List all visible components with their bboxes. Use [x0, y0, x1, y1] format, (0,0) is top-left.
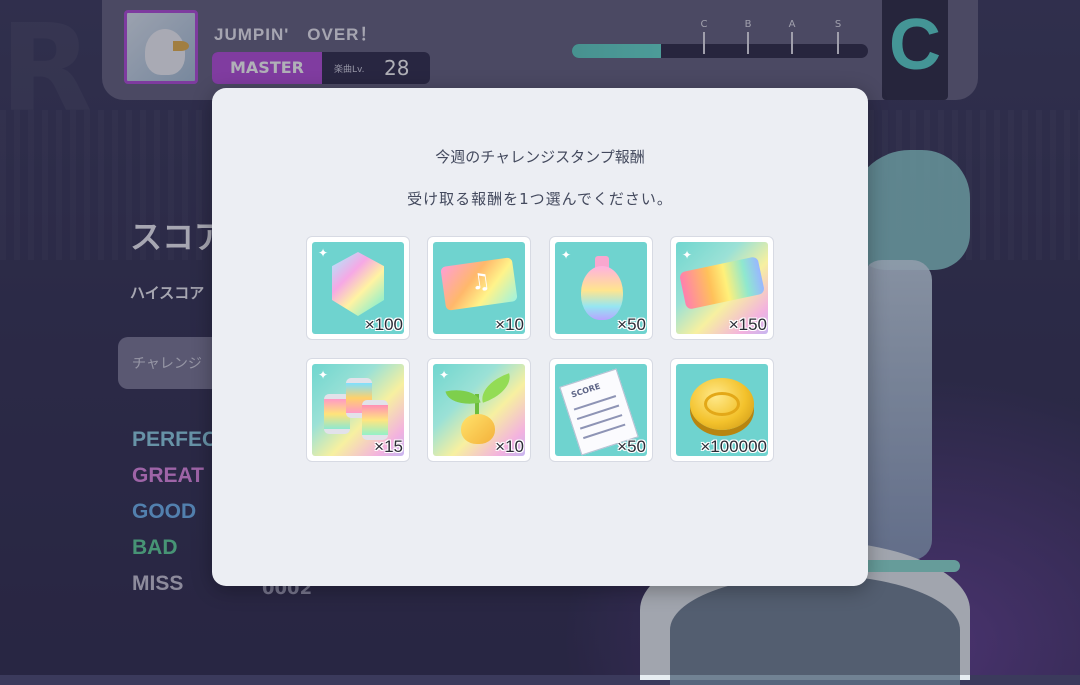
reward-quantity: ×10 [495, 315, 524, 334]
reward-quantity: ×10 [495, 437, 524, 456]
reward-seed[interactable]: ✦ ×10 [427, 358, 531, 462]
potion-bottle-icon [581, 266, 623, 320]
gold-coin-icon [690, 378, 754, 430]
reward-quantity: ×100000 [700, 437, 767, 456]
reward-quantity: ×100 [364, 315, 403, 334]
reward-quantity: ×15 [374, 437, 403, 456]
reward-ticket-scroll[interactable]: ✦ ×150 [670, 236, 774, 340]
reward-thread-spools[interactable]: ✦ ×15 [306, 358, 410, 462]
reward-selection-dialog: 今週のチャレンジスタンプ報酬 受け取る報酬を1つ選んでください。 ✦ ×100 … [212, 88, 868, 586]
music-card-icon: ♫ [440, 257, 518, 311]
reward-quantity: ×150 [728, 315, 767, 334]
reward-potion[interactable]: ✦ ×50 [549, 236, 653, 340]
dialog-subtitle: 受け取る報酬を1つ選んでください。 [407, 190, 673, 208]
reward-quantity: ×50 [617, 315, 646, 334]
seed-sprout-icon [461, 414, 495, 444]
ticket-scroll-icon [678, 256, 766, 310]
crystal-icon [332, 252, 384, 316]
reward-crystal[interactable]: ✦ ×100 [306, 236, 410, 340]
reward-quantity: ×50 [617, 437, 646, 456]
reward-music-card[interactable]: ♫ ×10 [427, 236, 531, 340]
reward-score-sheet[interactable]: SCORE ×50 [549, 358, 653, 462]
dialog-title: 今週のチャレンジスタンプ報酬 [435, 148, 645, 166]
reward-gold-coin[interactable]: ×100000 [670, 358, 774, 462]
